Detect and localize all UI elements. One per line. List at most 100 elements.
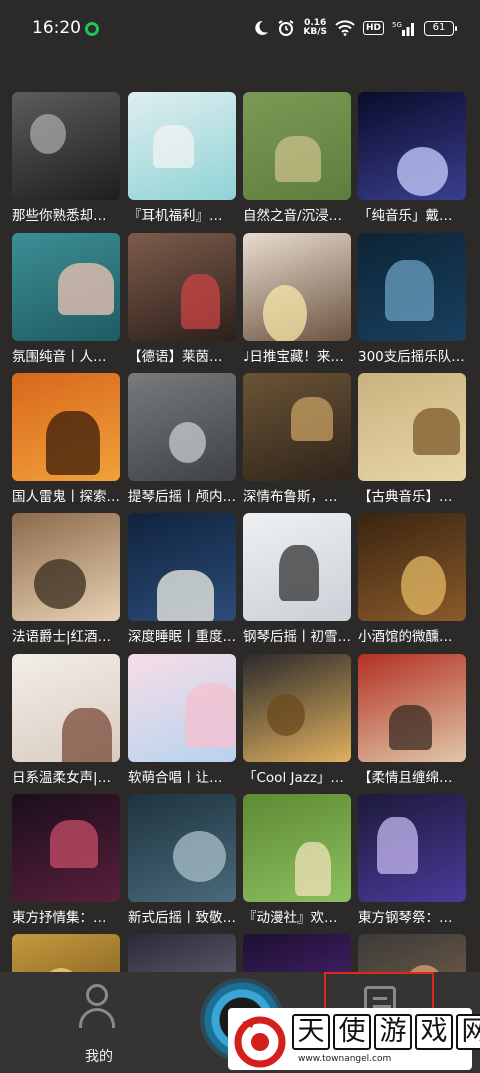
playlist-card[interactable]: 深情布鲁斯，…	[243, 373, 351, 507]
cover-art-shape	[377, 817, 418, 874]
playlist-card[interactable]: 【柔情且缠绵…	[358, 654, 466, 788]
document-icon-line	[373, 997, 387, 1000]
person-icon-body	[79, 1008, 115, 1028]
cover-art-shape	[181, 274, 220, 329]
cover-art-shape	[58, 263, 114, 315]
playlist-card[interactable]: 「纯音乐」戴…	[358, 92, 466, 226]
status-time: 16:20	[32, 18, 81, 38]
playlist-title: 软萌合唱丨让…	[128, 770, 223, 786]
playlist-card[interactable]: 自然之音/沉浸…	[243, 92, 351, 226]
playlist-card[interactable]: 氛围纯音丨人…	[12, 233, 120, 367]
cover-art-shape	[46, 411, 100, 475]
cover-art-shape	[413, 408, 460, 455]
playlist-cover	[128, 513, 236, 621]
playlist-card[interactable]: 『耳机福利』…	[128, 92, 236, 226]
hd-badge: HD	[362, 21, 384, 35]
playlist-card[interactable]: 软萌合唱丨让…	[128, 654, 236, 788]
cover-art-shape	[157, 570, 214, 621]
person-icon	[77, 984, 117, 1030]
cover-art-shape	[279, 545, 319, 601]
playlist-card[interactable]: 那些你熟悉却…	[12, 92, 120, 226]
playlist-title: 钢琴后摇丨初雪…	[243, 629, 351, 645]
cover-art-shape	[50, 820, 98, 868]
playlist-card[interactable]	[243, 934, 351, 972]
playlist-cover	[358, 654, 466, 762]
playlist-card[interactable]: 「Cool Jazz」…	[243, 654, 351, 788]
moon-icon	[253, 20, 269, 36]
playlist-title: 提琴后摇丨颅内…	[128, 489, 236, 505]
playlist-cover	[243, 513, 351, 621]
playlist-title: 新式后摇丨致敬…	[128, 910, 236, 926]
playlist-card[interactable]: 国人雷鬼丨探索…	[12, 373, 120, 507]
playlist-card[interactable]: 钢琴后摇丨初雪…	[243, 513, 351, 647]
playlist-cover	[358, 373, 466, 481]
playlist-cover	[243, 654, 351, 762]
playlist-cover	[12, 934, 120, 972]
playlist-cover	[358, 92, 466, 200]
playlist-title: 東方抒情集：…	[12, 910, 107, 926]
cover-art-shape	[401, 556, 446, 615]
playlist-card[interactable]: 『动漫社』欢…	[243, 794, 351, 928]
watermark: 天使游戏网 www.townangel.com	[228, 1008, 480, 1070]
playlist-card[interactable]: 300支后摇乐队…	[358, 233, 466, 367]
cover-art-shape	[295, 842, 331, 896]
playlist-cover	[12, 233, 120, 341]
status-icons: 0.16 KB/S HD 5G 61	[253, 16, 457, 40]
playlist-card[interactable]: 【古典音乐】…	[358, 373, 466, 507]
cover-art-shape	[405, 965, 444, 972]
playlist-title: 「纯音乐」戴…	[358, 208, 453, 224]
playlist-cover	[128, 934, 236, 972]
cover-art-shape	[62, 708, 112, 762]
playlist-card[interactable]: 東方抒情集：…	[12, 794, 120, 928]
cover-art-shape	[389, 705, 432, 750]
playlist-card[interactable]: 小酒馆的微醺…	[358, 513, 466, 647]
nav-mine-label: 我的	[85, 1049, 113, 1065]
playlist-title: 日系温柔女声|…	[12, 770, 112, 786]
cover-art-shape	[34, 559, 86, 609]
playlist-card[interactable]: 日系温柔女声|…	[12, 654, 120, 788]
cover-art-shape	[275, 136, 321, 182]
watermark-char: 游	[374, 1014, 412, 1050]
cover-art-shape	[385, 260, 434, 321]
watermark-char: 使	[333, 1014, 371, 1050]
playlist-title: 国人雷鬼丨探索…	[12, 489, 120, 505]
signal-label: 5G	[392, 21, 402, 29]
recording-indicator-icon	[85, 22, 99, 36]
cover-art-shape	[30, 114, 66, 154]
cover-art-shape	[267, 694, 305, 736]
playlist-title: 東方钢琴祭：…	[358, 910, 453, 926]
cover-art-shape	[153, 125, 194, 168]
watermark-title: 天使游戏网	[292, 1014, 480, 1050]
playlist-card[interactable]: 東方钢琴祭：…	[358, 794, 466, 928]
playlist-cover	[12, 794, 120, 902]
playlist-cover	[243, 233, 351, 341]
nav-mine-tab[interactable]: 我的	[74, 984, 120, 1065]
playlist-card[interactable]	[358, 934, 466, 972]
playlist-card[interactable]	[128, 934, 236, 972]
wifi-icon	[335, 20, 355, 36]
playlist-card[interactable]: 【德语】莱茵…	[128, 233, 236, 367]
playlist-title: 法语爵士|红酒…	[12, 629, 112, 645]
playlist-card[interactable]: ♩日推宝藏！来…	[243, 233, 351, 367]
playlist-cover	[358, 934, 466, 972]
playlist-cover	[128, 92, 236, 200]
playlist-cover	[12, 513, 120, 621]
watermark-char: 天	[292, 1014, 330, 1050]
playlist-title: 深度睡眠丨重度…	[128, 629, 236, 645]
playlist-card[interactable]: 新式后摇丨致敬…	[128, 794, 236, 928]
cover-art-shape	[291, 397, 333, 441]
signal-icon: 5G	[392, 20, 416, 36]
playlist-card[interactable]: 提琴后摇丨颅内…	[128, 373, 236, 507]
playlist-card[interactable]	[12, 934, 120, 972]
playlist-card[interactable]: 法语爵士|红酒…	[12, 513, 120, 647]
playlist-title: 氛围纯音丨人…	[12, 349, 107, 365]
playlist-title: 自然之音/沉浸…	[243, 208, 343, 224]
playlist-cover	[243, 794, 351, 902]
playlist-cover	[358, 513, 466, 621]
playlist-title: 【古典音乐】…	[358, 489, 453, 505]
playlist-cover	[243, 373, 351, 481]
playlist-cover	[12, 654, 120, 762]
playlist-card[interactable]: 深度睡眠丨重度…	[128, 513, 236, 647]
battery-icon: 61	[424, 20, 457, 36]
playlist-cover	[128, 794, 236, 902]
